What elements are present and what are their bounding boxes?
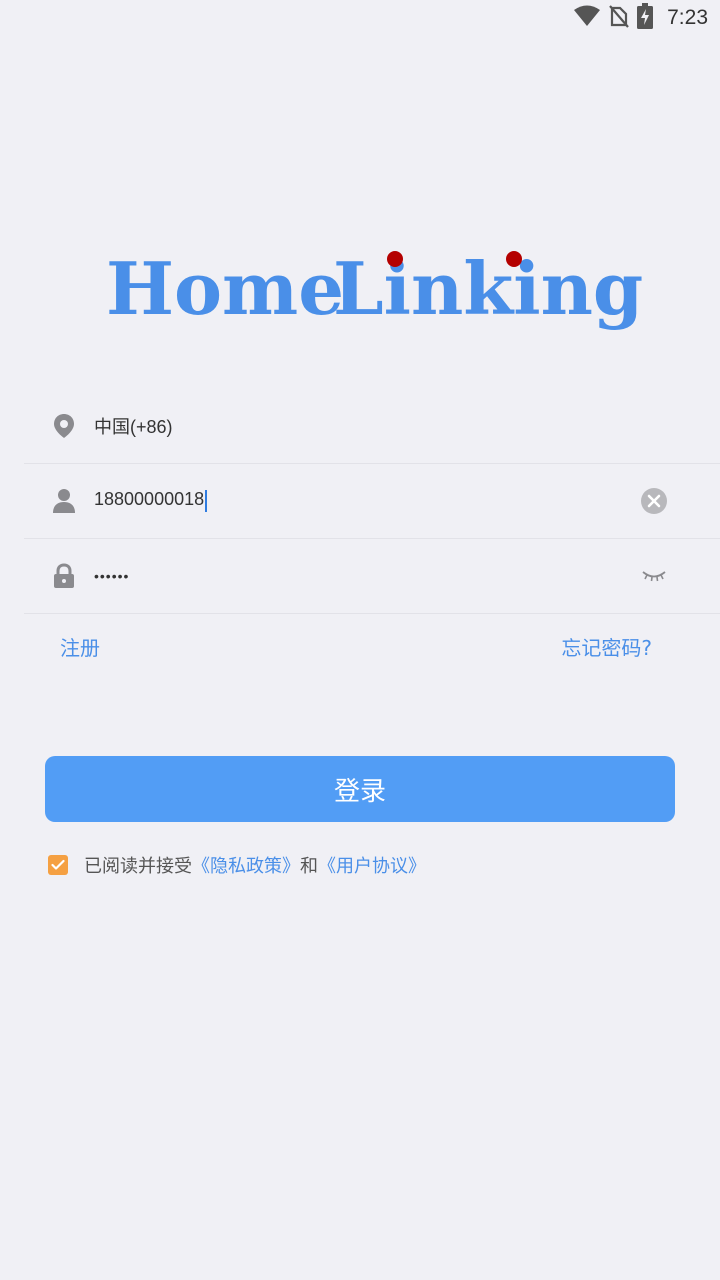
password-field[interactable]: •••••• [24,538,720,614]
wifi-icon [573,5,601,31]
app-logo: Home Linking [0,238,720,338]
privacy-policy-link[interactable]: 《隐私政策》 [192,852,300,878]
status-bar: 7:23 [0,0,720,36]
phone-field[interactable]: 18800000018 [24,463,720,539]
logo-word-linking: Linking [333,246,643,331]
battery-charging-icon [637,3,654,33]
text-caret [205,489,208,512]
logo-dot [506,251,522,267]
phone-input[interactable]: 18800000018 [94,489,208,512]
phone-value: 18800000018 [94,489,205,510]
lock-icon [50,562,78,590]
logo-word-home: Home [106,246,344,331]
status-time: 7:23 [667,6,708,29]
forgot-password-link[interactable]: 忘记密码? [561,632,652,661]
country-field[interactable]: 中国(+86) [24,388,720,464]
location-pin-icon [50,412,78,440]
password-input[interactable]: •••••• [94,568,129,584]
agreement-row: 已阅读并接受 《隐私政策》 和 《用户协议》 [48,852,426,878]
no-sim-icon [609,4,629,32]
user-agreement-link[interactable]: 《用户协议》 [318,852,426,878]
agreement-conjunction: 和 [300,856,318,877]
agreement-checkbox[interactable] [48,855,68,875]
register-link[interactable]: 注册 [60,632,100,661]
user-icon [50,487,78,515]
checkmark-icon [51,859,65,870]
country-value: 中国(+86) [94,416,173,437]
agreement-prefix: 已阅读并接受 [84,856,192,877]
logo-dot [387,251,403,267]
status-icons: 7:23 [573,3,708,33]
eye-closed-icon[interactable] [640,562,668,590]
clear-icon[interactable] [640,487,668,515]
login-button[interactable]: 登录 [45,756,675,822]
